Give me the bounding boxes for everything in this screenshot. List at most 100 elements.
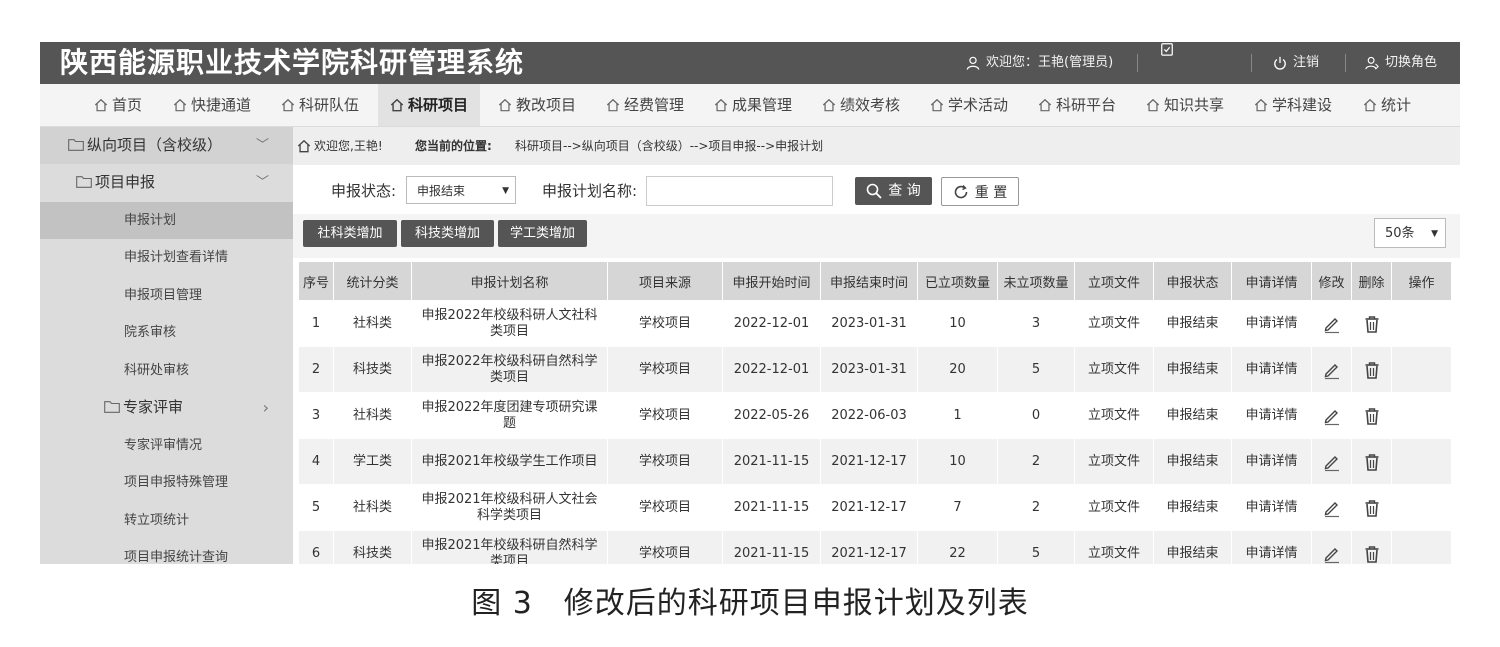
app-title: 陕西能源职业技术学院科研管理系统	[60, 46, 525, 79]
table-row: 1 社科类 申报2022年校级科研人文社科类项目 学校项目 2022-12-01…	[298, 300, 1451, 347]
query-button-label: 查 询	[888, 183, 921, 199]
sidebar-sub-project-application[interactable]: 项目申报 ﹀	[40, 164, 293, 201]
nav-item-performance[interactable]: 绩效考核	[822, 84, 900, 126]
query-button[interactable]: 查 询	[855, 177, 932, 205]
nav-item-knowledge[interactable]: 知识共享	[1146, 84, 1224, 126]
trash-icon[interactable]	[1362, 406, 1382, 426]
cell-start-date: 2021-11-15	[722, 530, 821, 564]
nav-item-label: 经费管理	[624, 96, 685, 114]
status-select[interactable]: 申报结束 ▼	[406, 176, 516, 204]
add-social-science-button[interactable]: 社科类增加	[303, 220, 397, 247]
sidebar-item-expert-status[interactable]: 专家评审情况	[40, 427, 293, 464]
sidebar-sub-expert-review[interactable]: 专家评审 ›	[40, 389, 293, 426]
approval-file-link[interactable]: 立项文件	[1074, 484, 1154, 531]
edit-icon[interactable]	[1322, 314, 1342, 334]
edit-icon[interactable]	[1322, 544, 1342, 564]
nav-item-achievements[interactable]: 成果管理	[714, 84, 792, 126]
nav-item-funding[interactable]: 经费管理	[606, 84, 684, 126]
cell-category: 科技类	[333, 530, 412, 564]
cell-actions	[1391, 484, 1451, 531]
sidebar-item-plan-details[interactable]: 申报计划查看详情	[40, 239, 293, 276]
delete-cell	[1351, 392, 1392, 439]
sidebar-item-transfer-stats[interactable]: 转立项统计	[40, 502, 293, 539]
edit-icon[interactable]	[1322, 406, 1342, 426]
home-icon	[1363, 98, 1377, 112]
reset-button[interactable]: 重 置	[941, 177, 1019, 206]
sidebar-item-dept-review[interactable]: 院系审核	[40, 314, 293, 351]
sidebar-item-plan[interactable]: 申报计划	[40, 202, 293, 239]
nav-item-discipline[interactable]: 学科建设	[1254, 84, 1332, 126]
details-link[interactable]: 申请详情	[1231, 346, 1312, 393]
nav-item-research-projects[interactable]: 科研项目	[378, 84, 481, 126]
cell-status: 申报结束	[1153, 530, 1232, 564]
sidebar-item-stats-query[interactable]: 项目申报统计查询	[40, 539, 293, 564]
cell-end-date: 2021-12-17	[820, 484, 918, 531]
todo-link[interactable]	[1160, 42, 1232, 56]
cell-end-date: 2023-01-31	[820, 300, 918, 347]
home-icon	[930, 98, 944, 112]
app-window: 陕西能源职业技术学院科研管理系统 欢迎您：王艳(管理员) 注销 切换角色 首页 …	[40, 42, 1460, 564]
switch-role-link[interactable]: 切换角色	[1365, 42, 1437, 84]
add-student-affairs-button[interactable]: 学工类增加	[498, 220, 587, 247]
cell-source: 学校项目	[607, 346, 723, 393]
page-size-select[interactable]: 50条 ▼	[1374, 218, 1446, 248]
sidebar-item-label: 转立项统计	[124, 513, 190, 528]
cell-actions	[1391, 392, 1451, 439]
switch-role-icon	[1365, 56, 1379, 70]
nav-item-teaching-reform[interactable]: 教改项目	[498, 84, 576, 126]
nav-item-platform[interactable]: 科研平台	[1038, 84, 1116, 126]
cell-actions	[1391, 438, 1451, 485]
details-link[interactable]: 申请详情	[1231, 530, 1312, 564]
cell-start-date: 2021-11-15	[722, 438, 821, 485]
cell-category: 社科类	[333, 392, 412, 439]
sidebar-sub-label: 专家评审	[123, 398, 184, 416]
add-science-tech-button[interactable]: 科技类增加	[401, 220, 494, 247]
dropdown-arrow-icon: ▼	[502, 186, 509, 196]
plan-table-container: 序号 统计分类 申报计划名称 项目来源 申报开始时间 申报结束时间 已立项数量 …	[298, 261, 1451, 564]
welcome-user: 欢迎您：王艳(管理员)	[966, 42, 1113, 84]
trash-icon[interactable]	[1362, 314, 1382, 334]
approval-file-link[interactable]: 立项文件	[1074, 530, 1154, 564]
nav-item-team[interactable]: 科研队伍	[281, 84, 359, 126]
nav-item-label: 知识共享	[1164, 96, 1225, 114]
plan-name-input[interactable]	[646, 176, 833, 206]
nav-item-label: 学科建设	[1272, 96, 1333, 114]
cell-unapproved-count: 5	[997, 530, 1075, 564]
logout-link[interactable]: 注销	[1273, 42, 1319, 84]
refresh-icon	[954, 184, 968, 198]
details-link[interactable]: 申请详情	[1231, 438, 1312, 485]
column-header: 申请详情	[1231, 261, 1312, 301]
details-link[interactable]: 申请详情	[1231, 484, 1312, 531]
trash-icon[interactable]	[1362, 498, 1382, 518]
sidebar-item-special-management[interactable]: 项目申报特殊管理	[40, 464, 293, 501]
check-icon	[1161, 43, 1173, 56]
sidebar-item-research-office-review[interactable]: 科研处审核	[40, 352, 293, 389]
approval-file-link[interactable]: 立项文件	[1074, 300, 1154, 347]
cell-approved-count: 20	[917, 346, 998, 393]
edit-icon[interactable]	[1322, 360, 1342, 380]
nav-item-shortcut[interactable]: 快捷通道	[173, 84, 251, 126]
nav-item-academic[interactable]: 学术活动	[930, 84, 1008, 126]
delete-cell	[1351, 484, 1392, 531]
home-icon	[390, 98, 404, 112]
top-header: 陕西能源职业技术学院科研管理系统 欢迎您：王艳(管理员) 注销 切换角色	[40, 42, 1460, 84]
approval-file-link[interactable]: 立项文件	[1074, 392, 1154, 439]
trash-icon[interactable]	[1362, 360, 1382, 380]
sidebar-item-label: 项目申报特殊管理	[124, 475, 229, 490]
details-link[interactable]: 申请详情	[1231, 300, 1312, 347]
breadcrumb-path: 科研项目-->纵向项目（含校级）-->项目申报-->申报计划	[515, 139, 824, 153]
details-link[interactable]: 申请详情	[1231, 392, 1312, 439]
edit-icon[interactable]	[1322, 498, 1342, 518]
trash-icon[interactable]	[1362, 544, 1382, 564]
edit-cell	[1311, 530, 1352, 564]
nav-item-statistics[interactable]: 统计	[1363, 84, 1411, 126]
nav-item-home[interactable]: 首页	[94, 84, 142, 126]
approval-file-link[interactable]: 立项文件	[1074, 346, 1154, 393]
plan-name-label: 申报计划名称:	[542, 182, 638, 200]
sidebar-item-project-management[interactable]: 申报项目管理	[40, 277, 293, 314]
sidebar-group-vertical-projects[interactable]: 纵向项目（含校级） ﹀	[40, 127, 293, 164]
trash-icon[interactable]	[1362, 452, 1382, 472]
cell-plan-name: 申报2022年校级科研人文社科类项目	[411, 300, 608, 347]
edit-icon[interactable]	[1322, 452, 1342, 472]
approval-file-link[interactable]: 立项文件	[1074, 438, 1154, 485]
